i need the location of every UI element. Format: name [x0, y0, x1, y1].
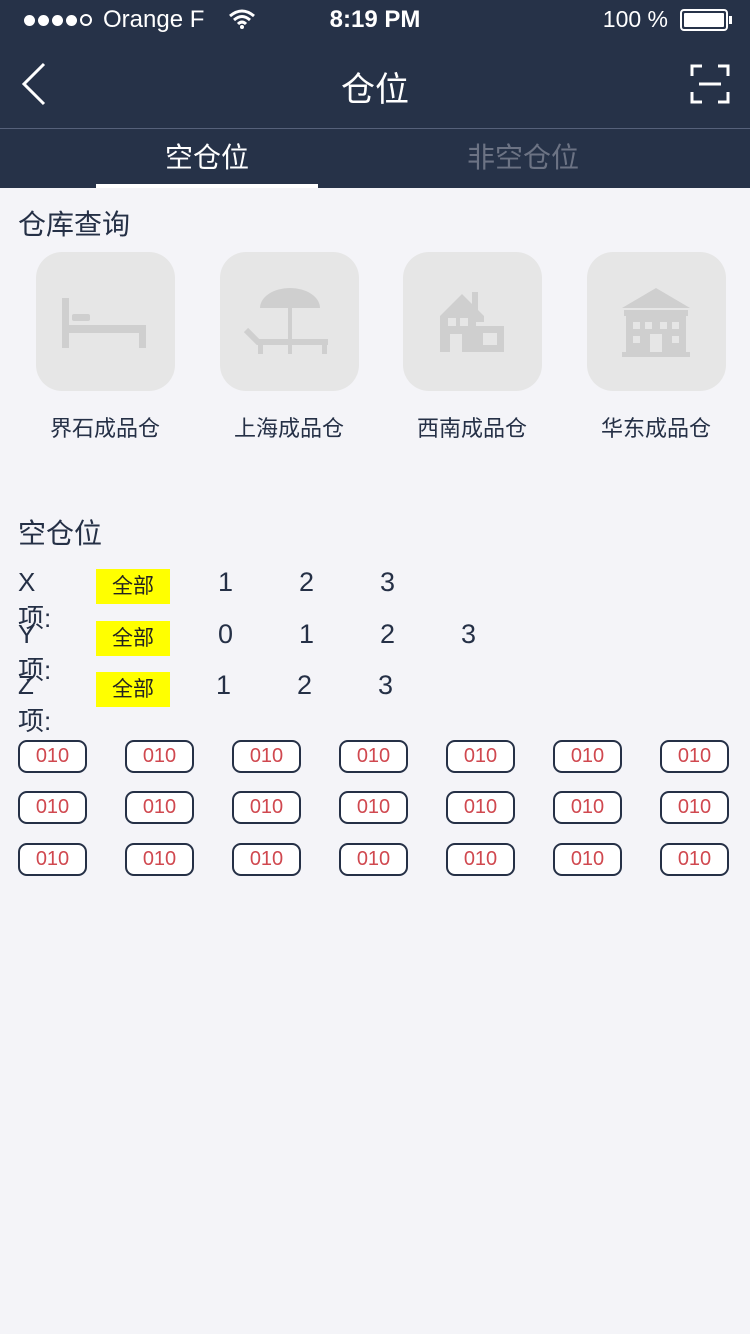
empty-slots-section-title: 空仓位 [18, 517, 103, 550]
building-icon [586, 252, 726, 391]
slot-chip[interactable]: 010 [553, 740, 622, 773]
slot-chip[interactable]: 010 [339, 740, 408, 773]
slot-chip[interactable]: 010 [18, 791, 87, 824]
filter-z-all[interactable]: 全部 [96, 672, 170, 707]
filter-label-z: Z项: [18, 670, 52, 736]
warehouse-section-title: 仓库查询 [18, 208, 131, 241]
filter-z-option[interactable]: 1 [216, 670, 231, 701]
nav-bar: 仓位 [0, 40, 750, 129]
slot-chip[interactable]: 010 [232, 843, 301, 876]
filter-z-option[interactable]: 2 [297, 670, 312, 701]
tab-empty-slots[interactable]: 空仓位 [96, 129, 318, 188]
slot-chip[interactable]: 010 [660, 740, 729, 773]
battery-percent: 100 % [602, 6, 668, 32]
slot-chip[interactable]: 010 [232, 791, 301, 824]
slot-chip[interactable]: 010 [18, 740, 87, 773]
active-tab-indicator [96, 184, 318, 188]
filter-x-option[interactable]: 1 [218, 567, 233, 598]
battery-icon [680, 8, 732, 31]
scan-icon[interactable] [690, 64, 730, 104]
warehouse-label: 上海成品仓 [233, 417, 344, 442]
warehouse-item-jieshi[interactable]: 界石成品仓 [13, 252, 197, 443]
slot-chip[interactable]: 010 [446, 791, 515, 824]
bed-icon [35, 252, 175, 391]
page-title: 仓位 [341, 70, 409, 110]
filter-y-option[interactable]: 0 [218, 619, 233, 650]
battery-status: 100 % [602, 6, 732, 33]
warehouse-item-xinan[interactable]: 西南成品仓 [380, 252, 564, 443]
filter-y-option[interactable]: 1 [299, 619, 314, 650]
slot-chip[interactable]: 010 [446, 740, 515, 773]
slot-chip[interactable]: 010 [339, 843, 408, 876]
slot-chip[interactable]: 010 [553, 843, 622, 876]
slot-chip[interactable]: 010 [125, 791, 194, 824]
slot-chip[interactable]: 010 [18, 843, 87, 876]
slot-chip[interactable]: 010 [660, 791, 729, 824]
tab-non-empty-slots[interactable]: 非空仓位 [412, 129, 634, 188]
filter-y-option[interactable]: 3 [461, 619, 476, 650]
filter-x-option[interactable]: 3 [380, 567, 395, 598]
warehouse-label: 界石成品仓 [49, 417, 160, 442]
slot-chip[interactable]: 010 [553, 791, 622, 824]
filter-y-all[interactable]: 全部 [96, 621, 170, 656]
slot-chip[interactable]: 010 [232, 740, 301, 773]
filter-x-all[interactable]: 全部 [96, 569, 170, 604]
slot-chip[interactable]: 010 [339, 791, 408, 824]
slot-chip[interactable]: 010 [446, 843, 515, 876]
slot-chip[interactable]: 010 [660, 843, 729, 876]
tab-bar: 空仓位 非空仓位 [0, 129, 750, 188]
status-bar: Orange F 8:19 PM 100 % [0, 0, 750, 40]
umbrella-lounger-icon [219, 252, 359, 391]
filter-z-option[interactable]: 3 [378, 670, 393, 701]
filter-x-option[interactable]: 2 [299, 567, 314, 598]
filter-y-option[interactable]: 2 [380, 619, 395, 650]
house-icon [402, 252, 542, 391]
slot-chip[interactable]: 010 [125, 843, 194, 876]
warehouse-item-huadong[interactable]: 华东成品仓 [564, 252, 748, 443]
warehouse-label: 华东成品仓 [600, 417, 711, 442]
warehouse-item-shanghai[interactable]: 上海成品仓 [197, 252, 381, 443]
slot-chip[interactable]: 010 [125, 740, 194, 773]
warehouse-label: 西南成品仓 [416, 417, 527, 442]
